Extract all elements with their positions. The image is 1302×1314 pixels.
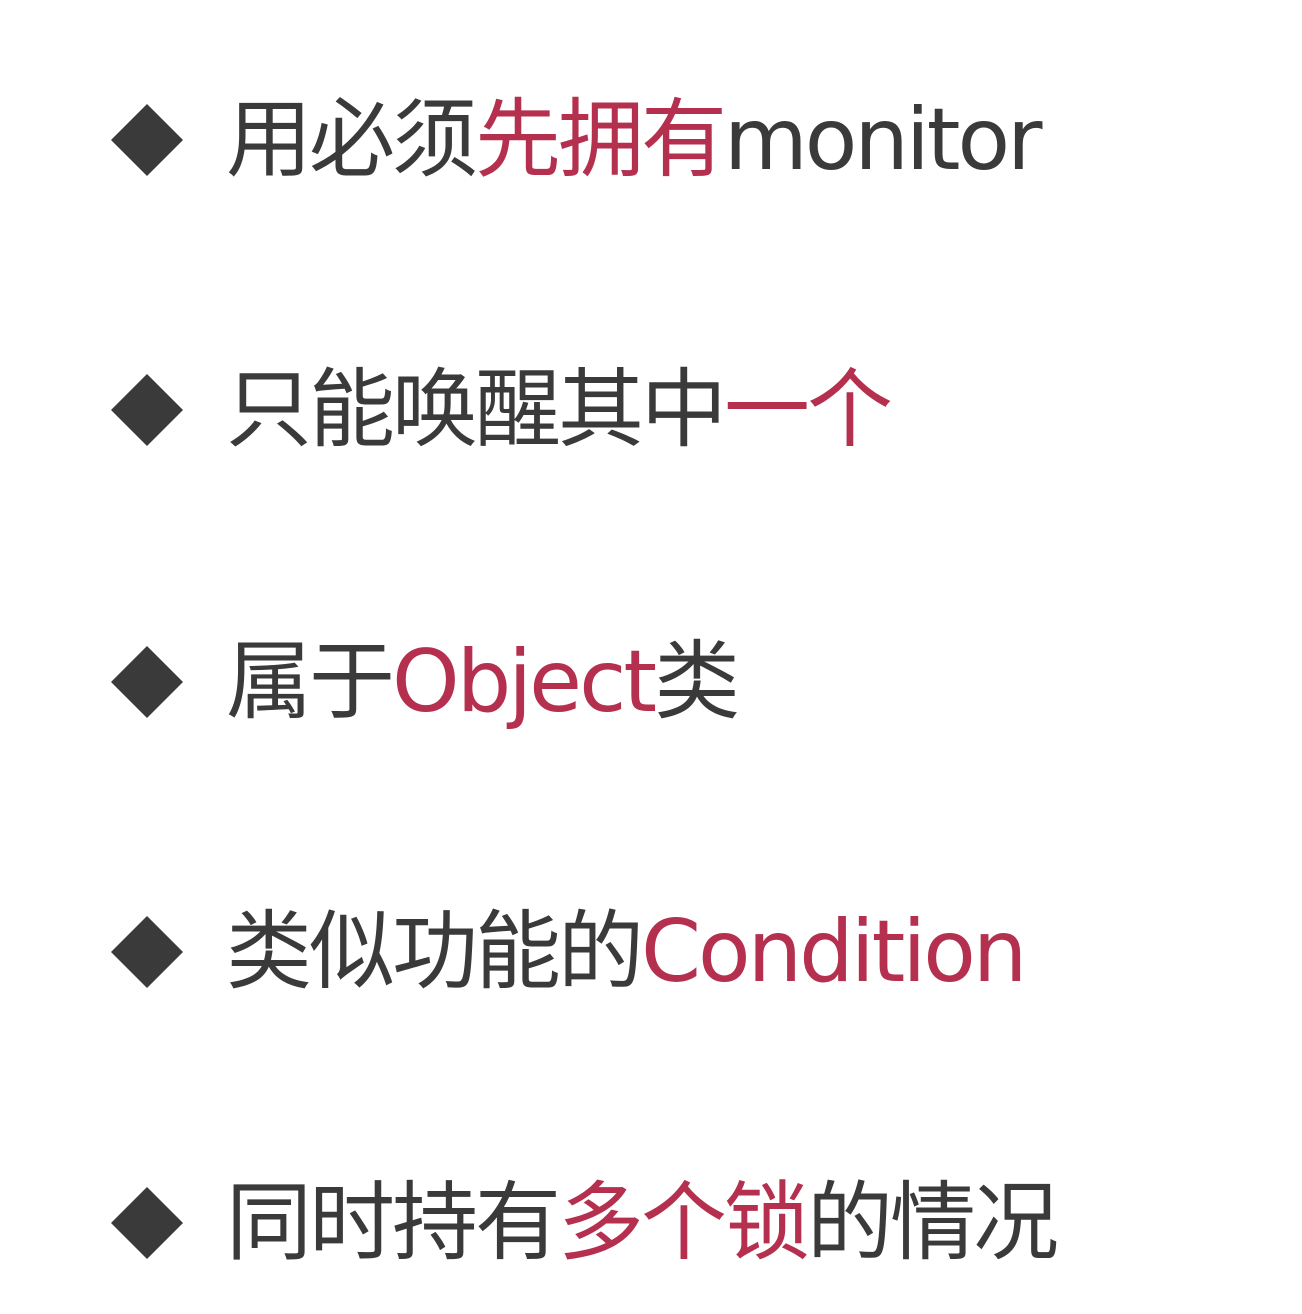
diamond-bullet-icon [111,646,183,718]
bullet-item: 类似功能的Condition [108,897,1027,1007]
highlighted-text-segment: Object [392,632,657,732]
highlighted-text-segment: Condition [641,902,1027,1002]
bullet-text: 类似功能的Condition [226,897,1027,1007]
bullet-text: 同时持有多个锁的情况 [226,1168,1059,1278]
bullet-text: 属于Object类 [226,627,740,737]
bullet-item: 用必须先拥有monitor [108,85,1042,195]
text-segment: 同时持有 [226,1173,561,1273]
text-segment: 的情况 [807,1173,1059,1273]
bullet-text: 用必须先拥有monitor [226,85,1042,195]
highlighted-text-segment: 一个 [724,360,893,460]
diamond-bullet-icon [111,104,183,176]
bullet-item: 同时持有多个锁的情况 [108,1168,1059,1278]
bullet-text: 只能唤醒其中一个 [226,355,893,465]
text-segment: 只能唤醒其中 [226,360,727,460]
text-segment: 类似功能的 [226,902,644,1002]
highlighted-text-segment: 先拥有 [475,90,727,190]
diamond-bullet-icon [111,374,183,446]
text-segment: monitor [724,90,1042,190]
diamond-bullet-icon [111,916,183,988]
diamond-bullet-icon [111,1187,183,1259]
text-segment: 用必须 [226,90,478,190]
text-segment: 属于 [226,632,395,732]
bullet-item: 只能唤醒其中一个 [108,355,893,465]
text-segment: 类 [654,632,740,732]
highlighted-text-segment: 多个锁 [558,1173,810,1273]
bullet-list: 用必须先拥有monitor 只能唤醒其中一个 属于Object类 类似功能的Co… [0,0,1302,1314]
bullet-item: 属于Object类 [108,627,740,737]
